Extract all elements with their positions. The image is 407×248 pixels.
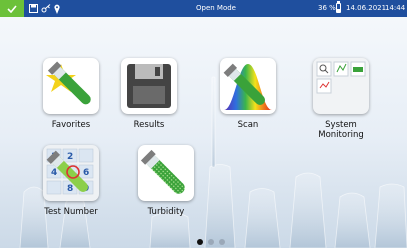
tile-system-monitoring[interactable]: System Monitoring [305, 58, 377, 140]
battery-percent: 36 % [318, 4, 336, 12]
tile-label: System Monitoring [318, 120, 364, 140]
save-icon [29, 4, 38, 13]
turbidity-icon [138, 145, 194, 201]
tile-test-number[interactable]: 12 46 89 Test Number [35, 145, 107, 217]
time-text: 14:44 [385, 4, 406, 12]
favorites-icon [43, 58, 99, 114]
svg-text:2: 2 [67, 152, 73, 162]
battery-icon [336, 1, 341, 13]
tile-label: Turbidity [147, 207, 185, 217]
page-indicator [197, 239, 225, 245]
tile-label: Favorites [51, 120, 91, 130]
page-dot[interactable] [197, 239, 203, 245]
svg-text:4: 4 [51, 168, 57, 178]
page-dot[interactable] [208, 239, 214, 245]
tile-results[interactable]: Results [113, 58, 185, 130]
svg-text:6: 6 [83, 168, 89, 178]
floppy-disk-icon [121, 58, 177, 114]
status-bar: Open Mode 36 % 14.06.2021 14:44 [0, 0, 407, 17]
tile-turbidity[interactable]: Turbidity [130, 145, 202, 217]
tile-label: Test Number [44, 207, 98, 217]
tile-favorites[interactable]: Favorites [35, 58, 107, 130]
check-icon[interactable] [0, 0, 24, 17]
location-pin-icon [54, 4, 60, 14]
spectrum-scan-icon [220, 58, 276, 114]
key-icon [41, 4, 51, 13]
svg-text:8: 8 [67, 184, 73, 194]
mode-text: Open Mode [196, 4, 236, 12]
page-dot[interactable] [219, 239, 225, 245]
tile-label: Results [133, 120, 165, 130]
system-monitoring-icon [313, 58, 369, 114]
tile-scan[interactable]: Scan [212, 58, 284, 130]
tile-label: Scan [237, 120, 259, 130]
date-text: 14.06.2021 [346, 4, 387, 12]
test-number-icon: 12 46 89 [43, 145, 99, 201]
